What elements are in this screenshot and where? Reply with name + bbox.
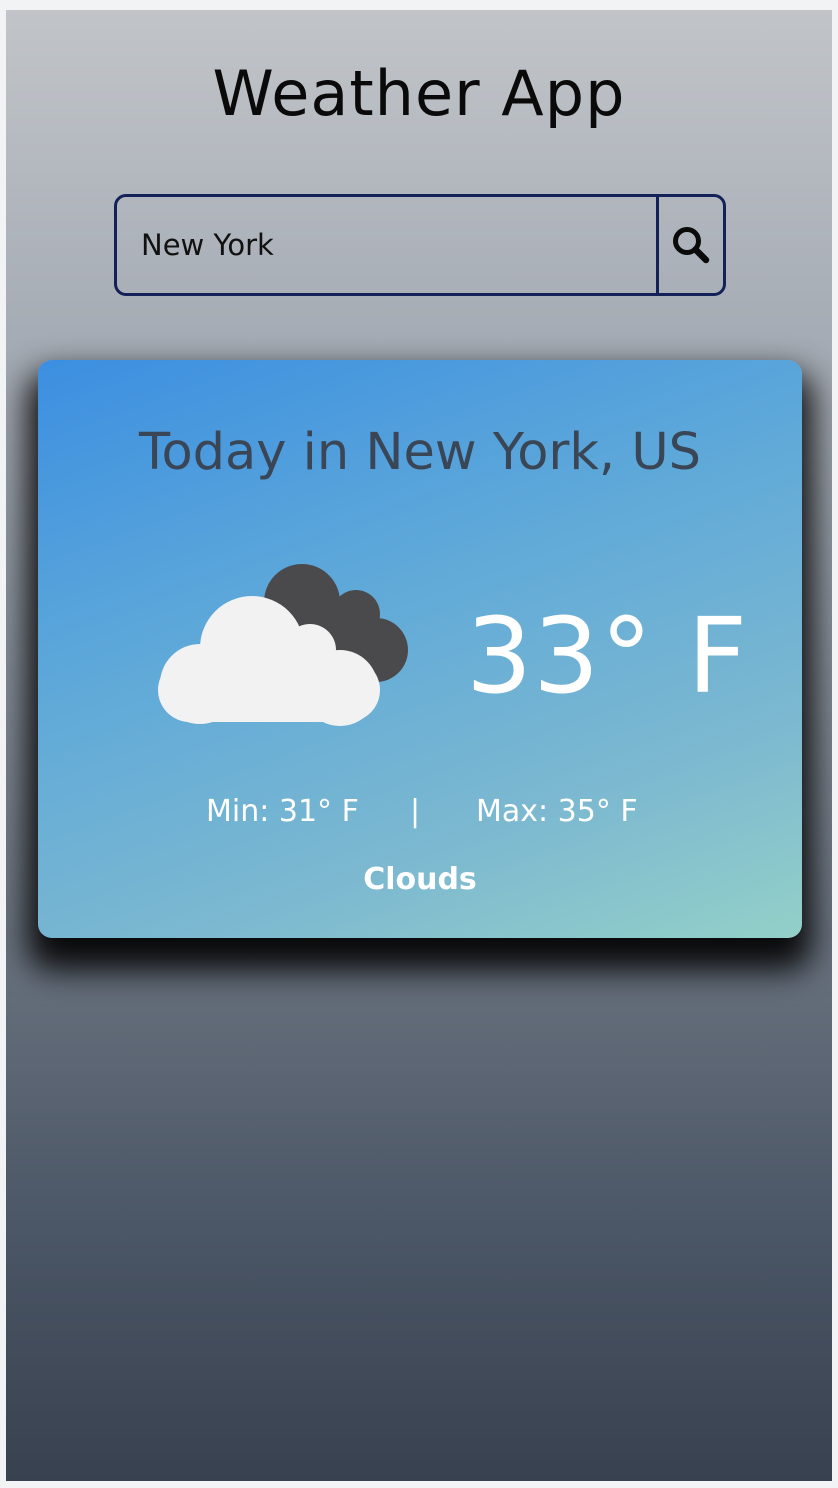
- min-temperature: Min: 31° F: [206, 794, 359, 829]
- location-heading: Today in New York, US: [138, 423, 702, 482]
- min-max-divider: |: [410, 794, 421, 829]
- weather-condition: Clouds: [363, 862, 477, 897]
- app-title: Weather App: [212, 57, 626, 130]
- clouds-icon: [158, 564, 408, 726]
- search-bar: [114, 194, 726, 296]
- search-button[interactable]: [656, 197, 723, 293]
- min-max-row: Min: 31° F | Max: 35° F: [38, 790, 802, 834]
- city-search-input[interactable]: [117, 197, 656, 293]
- weather-card: Today in New York, US 33° F Min: 31° F |: [38, 360, 802, 938]
- current-temperature: 33° F: [466, 595, 749, 717]
- weather-app: Weather App Today in New York, US: [6, 10, 832, 1481]
- max-temperature: Max: 35° F: [476, 794, 638, 829]
- search-icon: [673, 227, 710, 264]
